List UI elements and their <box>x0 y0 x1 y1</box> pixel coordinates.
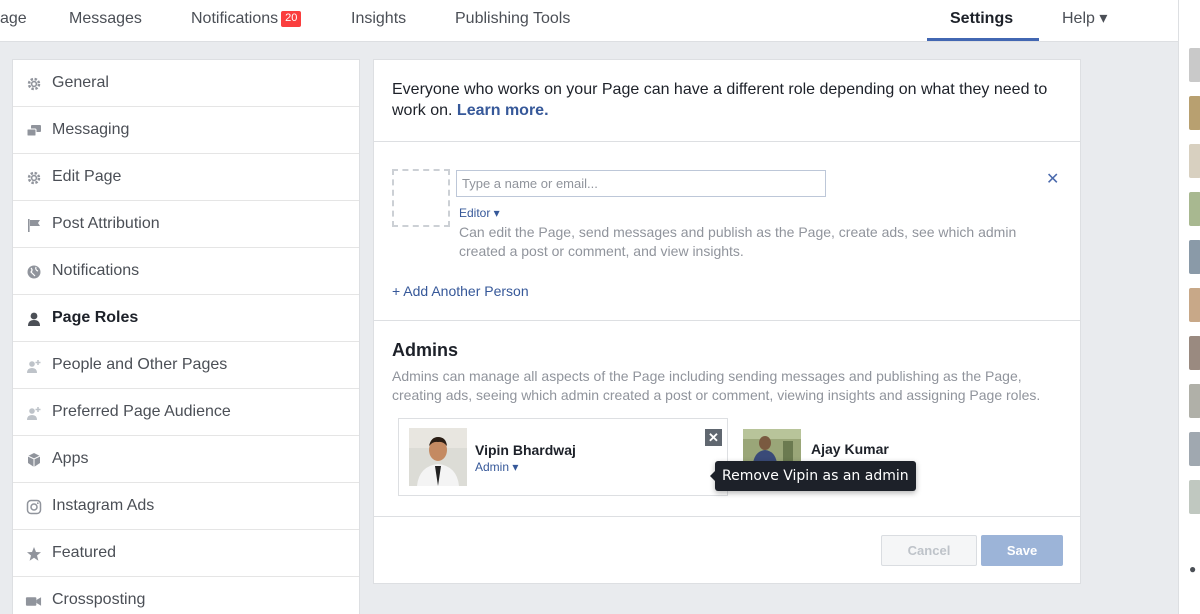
admin-name[interactable]: Ajay Kumar <box>811 441 889 457</box>
person-icon[interactable]: ● <box>1189 562 1196 576</box>
sidebar-item-featured[interactable]: Featured <box>13 530 359 577</box>
sidebar-item-people-and-other-pages[interactable]: People and Other Pages <box>13 342 359 389</box>
cube-icon <box>25 451 42 468</box>
nav-page[interactable]: age <box>0 0 27 42</box>
contact-thumbnail[interactable] <box>1189 144 1200 178</box>
nav-publishing-tools[interactable]: Publishing Tools <box>455 0 570 42</box>
save-button[interactable]: Save <box>981 535 1063 566</box>
chat-bubbles-icon <box>25 122 42 139</box>
sidebar-item-notifications[interactable]: Notifications <box>13 248 359 295</box>
new-person-avatar-placeholder <box>392 169 450 227</box>
admins-heading: Admins <box>392 340 459 360</box>
admin-avatar[interactable] <box>743 429 801 463</box>
contact-thumbnail[interactable] <box>1189 384 1200 418</box>
sidebar-item-post-attribution[interactable]: Post Attribution <box>13 201 359 248</box>
active-tab-underline <box>927 38 1039 41</box>
gear-icon <box>25 75 42 92</box>
remove-admin-tooltip: Remove Vipin as an admin <box>710 461 916 491</box>
person-icon <box>25 310 42 327</box>
sidebar-item-preferred-page-audience[interactable]: Preferred Page Audience <box>13 389 359 436</box>
contact-thumbnail[interactable] <box>1189 480 1200 514</box>
nav-insights[interactable]: Insights <box>351 0 406 42</box>
top-navigation: age Messages Notifications 20 Insights Pu… <box>0 0 1178 42</box>
sidebar-item-instagram-ads[interactable]: Instagram Ads <box>13 483 359 530</box>
instagram-icon <box>25 498 42 515</box>
people-plus-icon <box>25 357 42 374</box>
gear-icon <box>25 169 42 186</box>
nav-settings[interactable]: Settings <box>950 0 1013 42</box>
sidebar-item-page-roles[interactable]: Page Roles <box>13 295 359 342</box>
add-another-person-link[interactable]: + Add Another Person <box>392 283 529 299</box>
star-icon <box>25 545 42 562</box>
divider <box>374 141 1080 142</box>
video-camera-icon <box>25 592 42 609</box>
contact-thumbnail[interactable] <box>1189 192 1200 226</box>
page-roles-panel: Everyone who works on your Page can have… <box>373 59 1081 584</box>
divider <box>374 320 1080 321</box>
contact-thumbnail[interactable] <box>1189 96 1200 130</box>
divider <box>374 516 1080 517</box>
contact-thumbnail[interactable] <box>1189 240 1200 274</box>
people-plus-icon <box>25 404 42 421</box>
admins-description: Admins can manage all aspects of the Pag… <box>392 368 1041 403</box>
contact-thumbnail[interactable] <box>1189 288 1200 322</box>
learn-more-link[interactable]: Learn more. <box>457 102 549 119</box>
admin-role-dropdown[interactable]: Admin ▾ <box>475 460 518 474</box>
notification-count-badge: 20 <box>281 11 302 27</box>
contact-thumbnail[interactable] <box>1189 48 1200 82</box>
nav-messages[interactable]: Messages <box>69 0 142 42</box>
right-contacts-strip: ● <box>1178 0 1200 614</box>
flag-icon <box>25 216 42 233</box>
remove-admin-close-icon[interactable]: ✕ <box>705 429 722 446</box>
role-description: Can edit the Page, send messages and pub… <box>459 224 1017 259</box>
intro-text: Everyone who works on your Page can have… <box>392 81 1048 119</box>
sidebar-item-edit-page[interactable]: Edit Page <box>13 154 359 201</box>
nav-notifications[interactable]: Notifications 20 <box>191 0 302 42</box>
name-or-email-input[interactable] <box>456 170 826 197</box>
admin-card: Vipin Bhardwaj Admin ▾ ✕ <box>398 418 728 496</box>
role-dropdown[interactable]: Editor ▾ <box>459 206 500 220</box>
contact-thumbnail[interactable] <box>1189 432 1200 466</box>
settings-sidebar: General Messaging Edit Page Post Attribu… <box>12 59 360 614</box>
admin-name[interactable]: Vipin Bhardwaj <box>475 442 576 458</box>
close-icon[interactable]: ✕ <box>1046 169 1059 189</box>
sidebar-item-general[interactable]: General <box>13 60 359 107</box>
globe-icon <box>25 263 42 280</box>
sidebar-item-crossposting[interactable]: Crossposting <box>13 577 359 614</box>
sidebar-item-apps[interactable]: Apps <box>13 436 359 483</box>
cancel-button[interactable]: Cancel <box>881 535 977 566</box>
admin-avatar[interactable] <box>409 428 467 486</box>
contact-thumbnail[interactable] <box>1189 336 1200 370</box>
sidebar-item-messaging[interactable]: Messaging <box>13 107 359 154</box>
nav-help[interactable]: Help ▾ <box>1062 0 1107 42</box>
